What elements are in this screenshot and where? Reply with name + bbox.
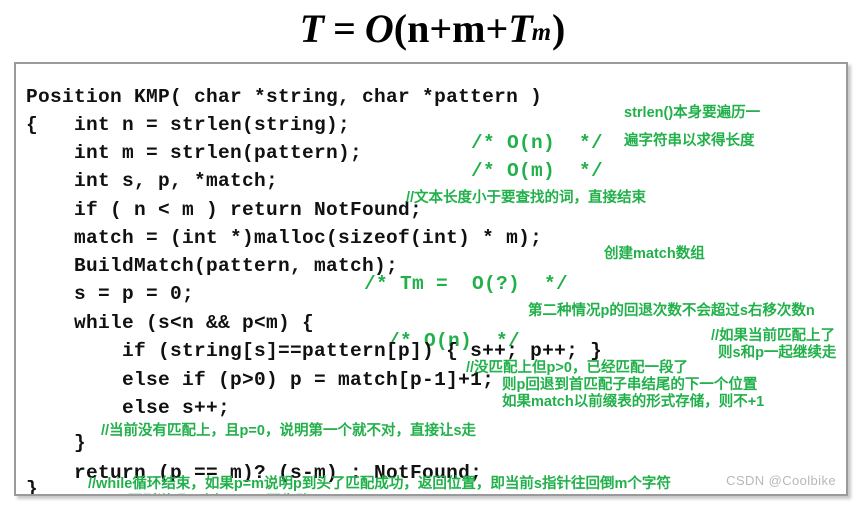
formula-close-paren: ) — [552, 5, 566, 51]
code-line: return (p == m)? (s-m) : NotFound; — [16, 444, 846, 484]
code-listing-body: Position KMP( char *string, char *patter… — [16, 64, 846, 494]
formula-term-T: T — [508, 5, 533, 51]
page-title-formula: T = O ( n + m + Tm ) — [0, 0, 865, 56]
code-line: Position KMP( char *string, char *patter… — [16, 68, 846, 108]
comment-cn-buildmatch: 创建match数组 — [604, 246, 705, 262]
formula-term-m: m — [452, 5, 486, 51]
code-line: { int n = strlen(string); /* O(n) */ str… — [16, 96, 846, 154]
code-line: s = p = 0; — [16, 265, 846, 305]
code-line: if ( n < m ) return NotFound; //文本长度小于要查… — [16, 181, 846, 221]
code-line: int m = strlen(pattern); /* O(m) */ 遍字符串… — [16, 124, 846, 182]
comment-cn-strlen-line2: 遍字符串以求得长度 — [624, 133, 755, 149]
csdn-watermark: CSDN @Coolbike — [726, 473, 836, 488]
code-listing-frame: Position KMP( char *string, char *patter… — [14, 62, 848, 496]
code-line: BuildMatch(pattern, match); /* Tm = O(?)… — [16, 237, 846, 295]
code-line: else if (p>0) p = match[p-1]+1; //没匹配上但p… — [16, 351, 846, 410]
comment-cn-return-2: 否则说明s到头了，匹配失败。 — [128, 490, 325, 494]
code-line: int s, p, *match; — [16, 152, 846, 192]
code-line: } //当前没有匹配上，且p=0，说明第一个就不对，直接让s走 — [16, 414, 846, 454]
formula-plus-1: + — [429, 5, 453, 51]
formula-big-o: O — [364, 5, 394, 51]
formula-open-paren: ( — [393, 5, 408, 51]
code-line: else s++; — [16, 379, 846, 419]
comment-cn-strlen-line1: strlen()本身要遍历一 — [624, 105, 761, 121]
code-line: while (s<n && p<m) { /* O(n) */ 第二种情况p的回… — [16, 294, 846, 352]
comment-cn-close-brace: //当前没有匹配上，且p=0，说明第一个就不对，直接让s走 — [101, 423, 477, 439]
code-line: } //while循环结束，如果p=m说明p到头了匹配成功，返回位置，即当前s指… — [16, 470, 846, 496]
code-text-l15: } — [26, 478, 39, 496]
code-line: match = (int *)malloc(sizeof(int) * m); — [16, 209, 846, 249]
comment-cn-if-n-lt-m: //文本长度小于要查找的词，直接结束 — [406, 190, 647, 206]
formula-term-n: n — [407, 5, 430, 51]
formula-subscript-m: m — [531, 19, 552, 46]
comment-cn-while-loop: 第二种情况p的回退次数不会超过s右移次数n — [528, 303, 815, 319]
code-line: if (string[s]==pattern[p]) { s++; p++; }… — [16, 322, 846, 362]
formula-plus-2: + — [485, 5, 509, 51]
formula-equals: = — [333, 5, 356, 51]
formula-lhs-T: T — [299, 5, 325, 51]
